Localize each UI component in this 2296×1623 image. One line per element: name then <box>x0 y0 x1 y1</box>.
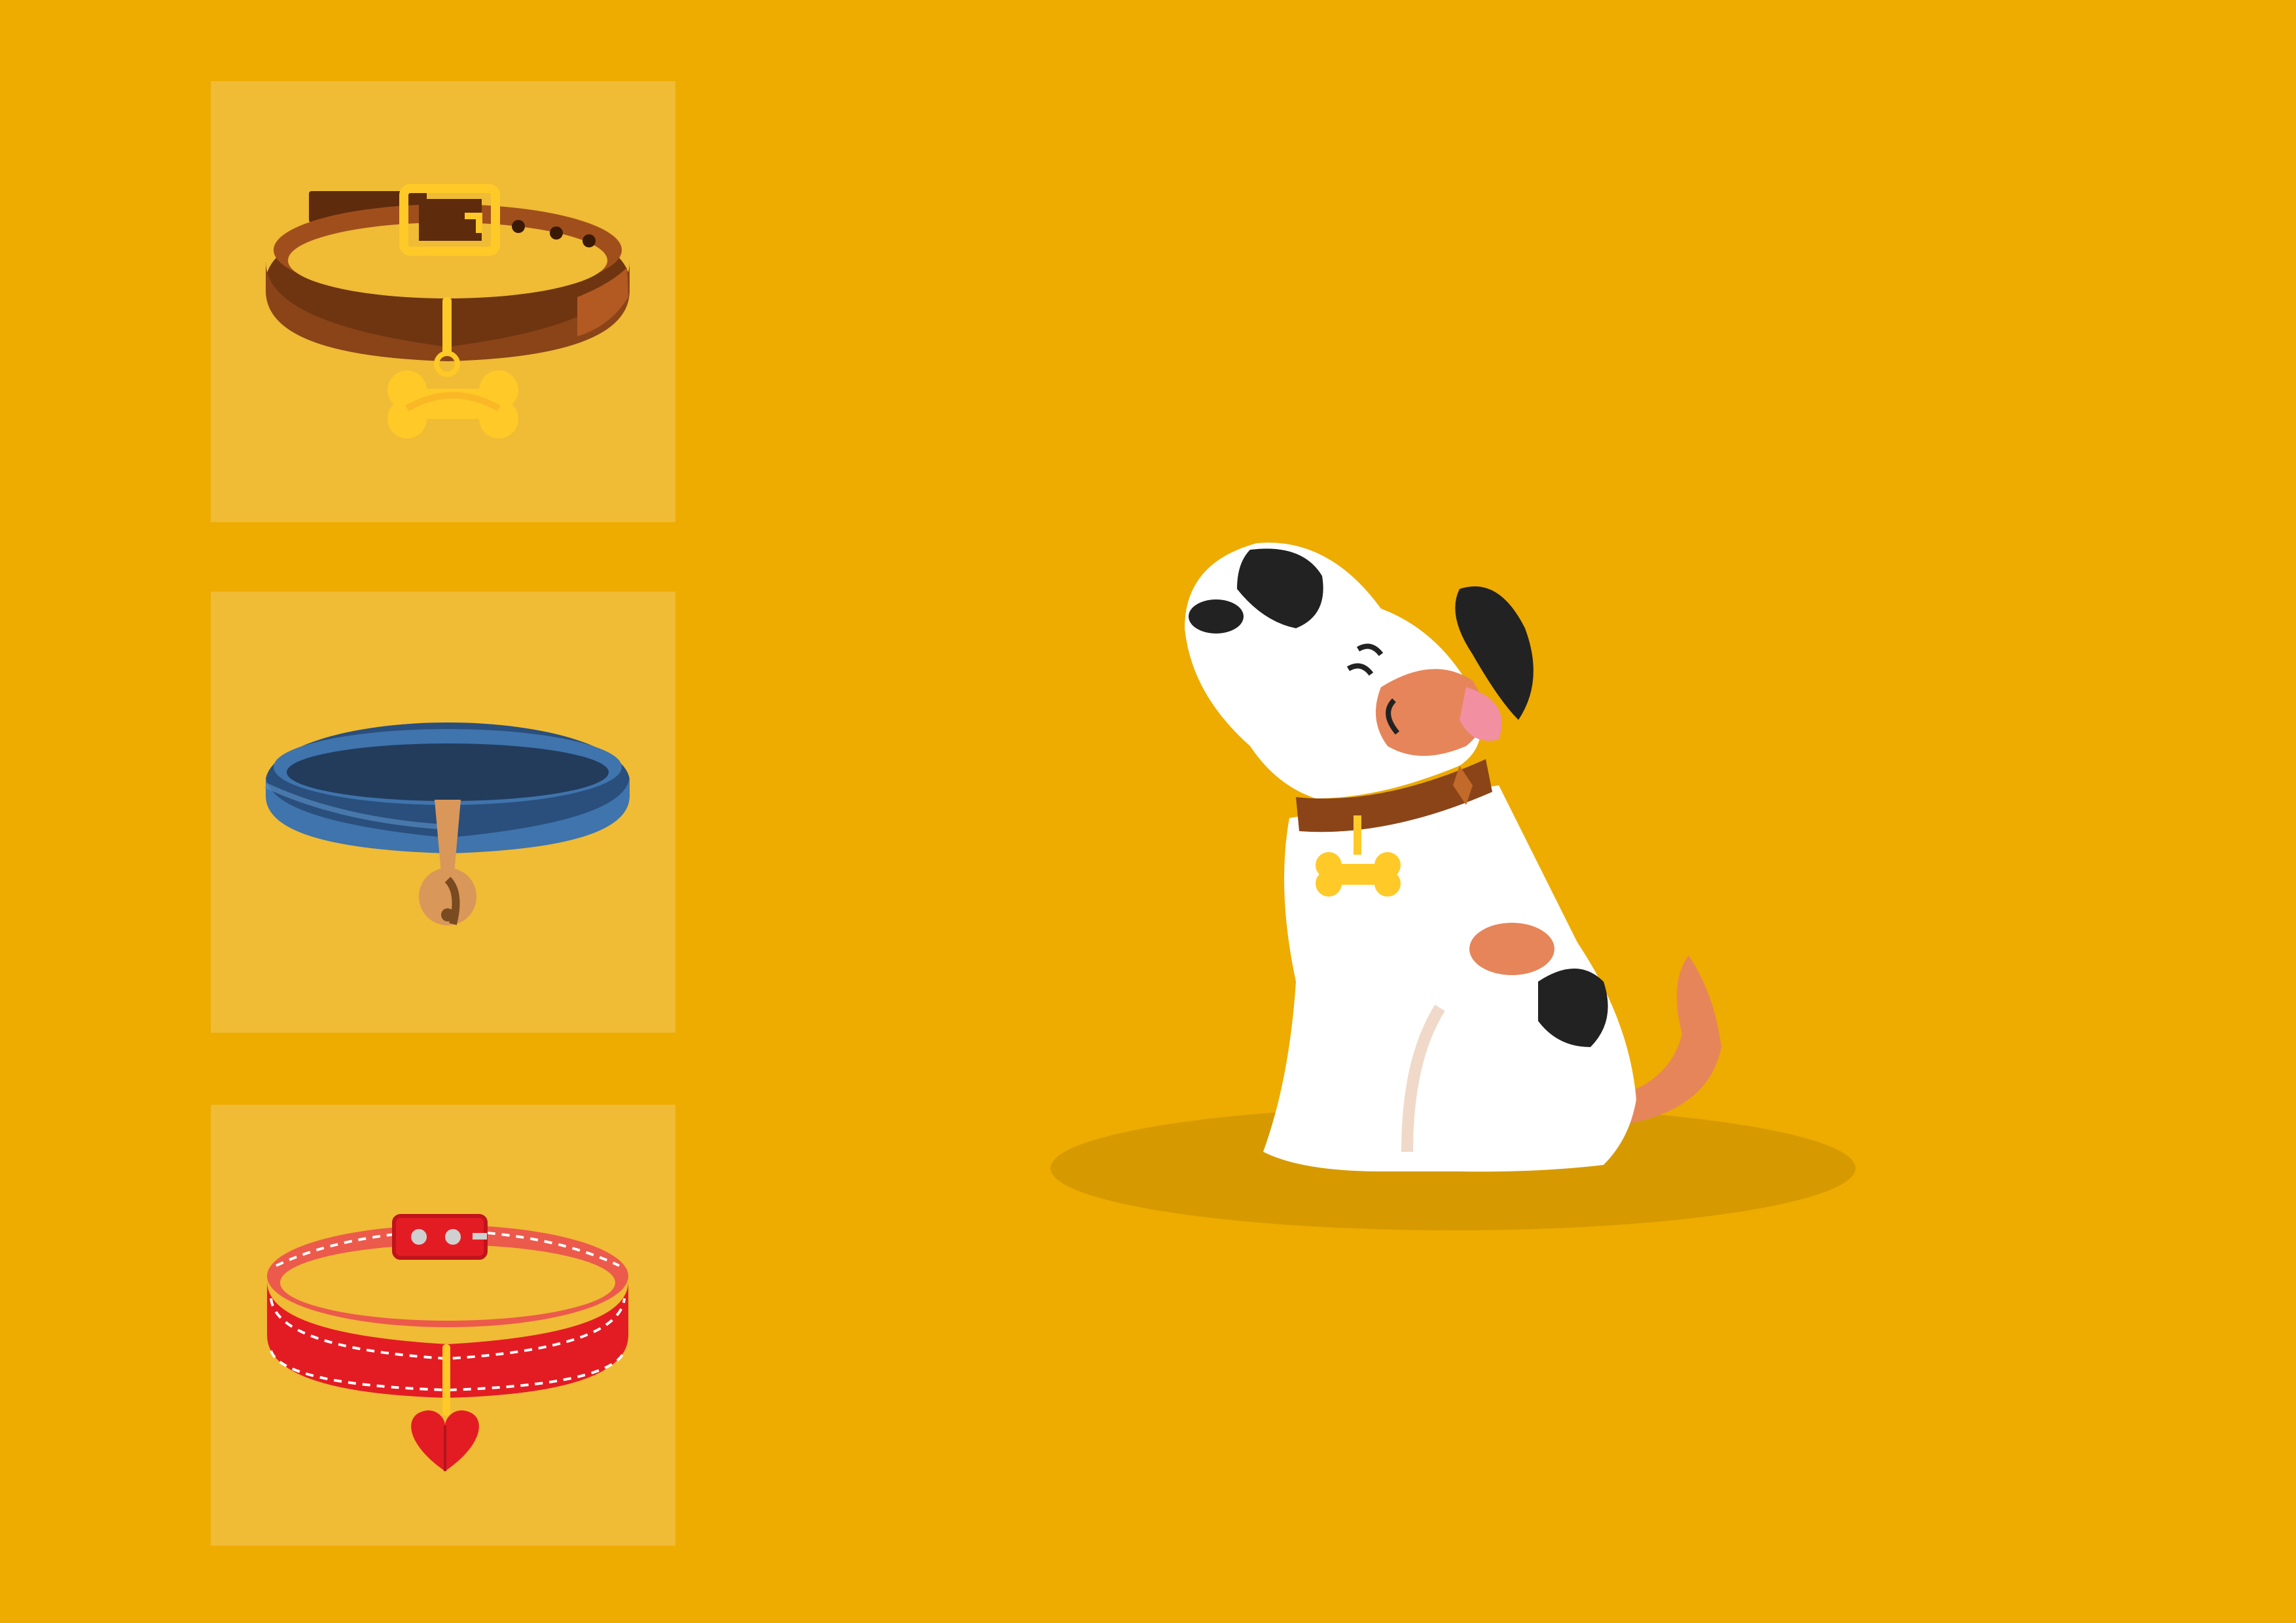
dog-nose <box>1189 599 1244 633</box>
brown-collar-with-bone-tag-icon <box>266 184 630 438</box>
collar-option-red[interactable] <box>211 1105 675 1546</box>
stage <box>0 0 2296 1623</box>
dog-scene <box>1041 524 1872 1243</box>
dog-spot-orange <box>1469 923 1554 975</box>
collar-option-brown[interactable] <box>211 81 675 522</box>
dog-with-brown-collar-illustration <box>1050 543 1856 1230</box>
blue-collar-with-bell-icon <box>264 722 630 925</box>
red-collar-with-heart-tag-icon <box>267 1214 628 1471</box>
collar-option-blue[interactable] <box>211 592 675 1033</box>
